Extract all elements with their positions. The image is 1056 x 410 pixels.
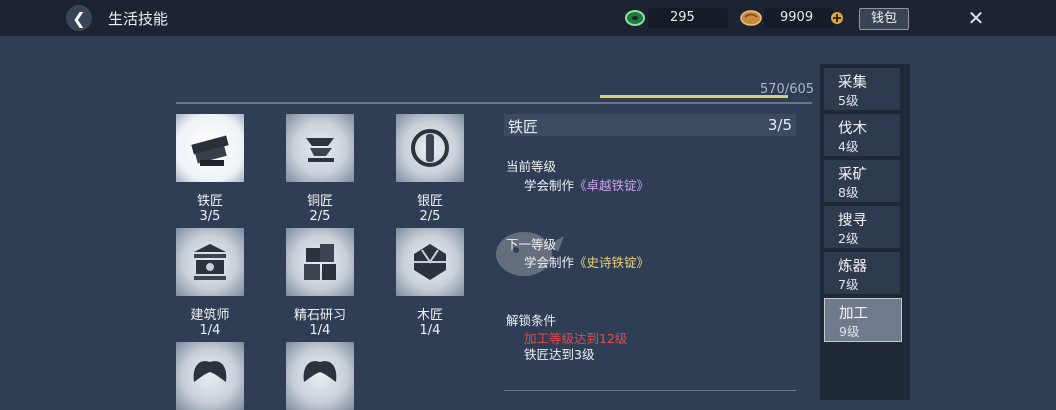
sidebar-item-level: 7级 (838, 277, 859, 292)
skill-level: 1/4 (419, 323, 441, 338)
currency2-value: 9909 (780, 10, 814, 25)
divider (176, 102, 812, 104)
sidebar-item-refining[interactable]: 炼器 7级 (824, 252, 900, 294)
sidebar-item-level: 5级 (838, 93, 859, 108)
skill-level: 2/5 (419, 209, 441, 224)
building-icon (194, 244, 226, 280)
skill-level: 2/5 (309, 209, 331, 224)
skill-tile-architect[interactable] (176, 228, 244, 296)
hammer-icon (306, 138, 334, 162)
close-icon: ✕ (967, 6, 985, 30)
skill-name: 建筑师 (190, 308, 230, 323)
page-title: 生活技能 (108, 10, 169, 28)
skill-level: 3/5 (199, 209, 221, 224)
skill-name: 铜匠 (306, 194, 333, 209)
sidebar-item-label: 搜寻 (838, 213, 867, 229)
sidebar-item-mining[interactable]: 采矿 8级 (824, 160, 900, 202)
sidebar-item-label: 采矿 (838, 167, 867, 183)
divider (504, 390, 796, 391)
skill-tile-stone-study[interactable] (286, 228, 354, 296)
skill-tile-blacksmith[interactable] (176, 114, 244, 182)
current-item-link[interactable]: 《卓越铁锭》 (574, 178, 649, 193)
sidebar-item-gathering[interactable]: 采集 5级 (824, 68, 900, 110)
wood-icon (414, 244, 446, 280)
sidebar-item-label: 加工 (839, 306, 868, 322)
skill-tile-carpenter[interactable] (396, 228, 464, 296)
skill-tile-coppersmith[interactable] (286, 114, 354, 182)
current-level-title: 当前等级 (506, 159, 557, 174)
wings-icon (303, 361, 337, 382)
detail-level: 3/5 (767, 116, 792, 134)
skill-level: 1/4 (199, 323, 221, 338)
currency2-box: 9909 (764, 8, 834, 28)
unlock-requirement-2: 铁匠达到3级 (524, 347, 595, 362)
gold-ingot-icon (740, 10, 762, 26)
sidebar-item-label: 炼器 (838, 259, 867, 275)
sidebar-item-level: 2级 (838, 231, 859, 246)
sidebar-item-processing[interactable]: 加工 9级 (824, 298, 902, 342)
ring-icon (411, 129, 449, 167)
wings-icon (193, 361, 227, 382)
sidebar-item-level: 9级 (839, 324, 860, 339)
currency1-value: 295 (670, 10, 695, 25)
skill-name: 木匠 (416, 308, 443, 323)
detail-name: 铁匠 (508, 118, 539, 136)
sidebar-item-label: 伐木 (838, 121, 867, 137)
next-item-link[interactable]: 《史诗铁锭》 (574, 255, 649, 270)
skill-level: 1/4 (309, 323, 331, 338)
add-currency-icon[interactable] (830, 11, 844, 25)
currency1-box: 295 (648, 8, 728, 28)
sidebar-item-searching[interactable]: 搜寻 2级 (824, 206, 900, 248)
category-sidebar: 采集 5级 伐木 4级 采矿 8级 搜寻 2级 炼器 7级 加工 9级 (820, 64, 1056, 400)
anvil-icon (191, 135, 229, 166)
stone-blocks-icon (304, 244, 336, 280)
sidebar-item-label: 采集 (838, 75, 867, 91)
sidebar-item-logging[interactable]: 伐木 4级 (824, 114, 900, 156)
progress-bar (600, 95, 789, 98)
skill-name: 精石研习 (293, 308, 346, 323)
sidebar-item-level: 4级 (838, 139, 859, 154)
skill-name: 银匠 (416, 194, 443, 209)
next-level-title: 下一等级 (506, 237, 557, 252)
current-prefix: 学会制作 (524, 178, 575, 193)
jade-coin-icon (625, 10, 645, 26)
wallet-button[interactable]: 钱包 (859, 8, 909, 30)
back-button[interactable]: ❮ (66, 5, 92, 31)
unlock-title: 解锁条件 (506, 313, 557, 328)
next-prefix: 学会制作 (524, 255, 575, 270)
close-button[interactable]: ✕ (965, 8, 987, 28)
skill-name: 铁匠 (196, 194, 223, 209)
chevron-left-icon: ❮ (72, 8, 86, 28)
detail-header: 铁匠 3/5 (504, 114, 796, 136)
sidebar-item-level: 8级 (838, 185, 859, 200)
skill-tile-silversmith[interactable] (396, 114, 464, 182)
